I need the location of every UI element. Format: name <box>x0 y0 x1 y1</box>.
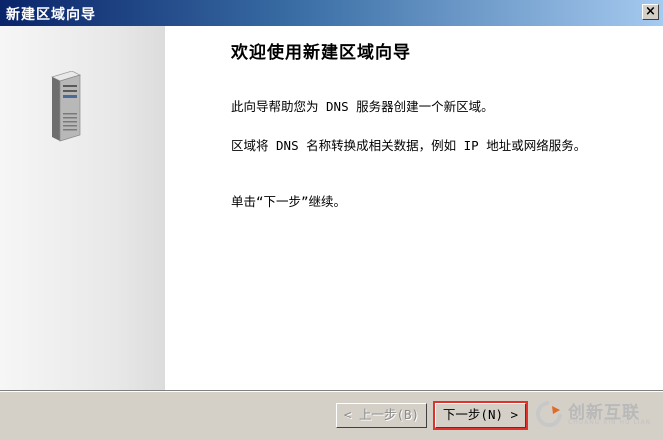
window-title: 新建区域向导 <box>6 7 96 23</box>
wizard-content: 欢迎使用新建区域向导 此向导帮助您为 DNS 服务器创建一个新区域。 区域将 D… <box>165 26 663 390</box>
close-icon: × <box>645 4 656 19</box>
description-text: 区域将 DNS 名称转换成相关数据，例如 IP 地址或网络服务。 <box>231 138 587 153</box>
next-button[interactable]: 下一步(N) > <box>433 401 528 430</box>
close-button[interactable]: × <box>642 4 659 20</box>
title-bar[interactable]: 新建区域向导 × <box>0 0 663 26</box>
watermark-logo-icon <box>536 401 562 427</box>
intro-text: 此向导帮助您为 DNS 服务器创建一个新区域。 <box>231 99 494 114</box>
wizard-side-panel <box>0 26 165 390</box>
wizard-window: 新建区域向导 × 欢迎使用新建区域向导 此向导帮助您为 DNS 服务器创建一个新… <box>0 0 663 440</box>
server-tower-icon <box>51 71 81 142</box>
watermark: 创新互联 CHUANG XIN HU LIAN <box>530 398 660 430</box>
continue-hint-text: 单击“下一步”继续。 <box>231 194 347 209</box>
page-title: 欢迎使用新建区域向导 <box>231 43 411 63</box>
button-separator <box>0 390 663 392</box>
watermark-subtext: CHUANG XIN HU LIAN <box>568 419 652 426</box>
back-button[interactable]: < 上一步(B) <box>336 403 427 428</box>
